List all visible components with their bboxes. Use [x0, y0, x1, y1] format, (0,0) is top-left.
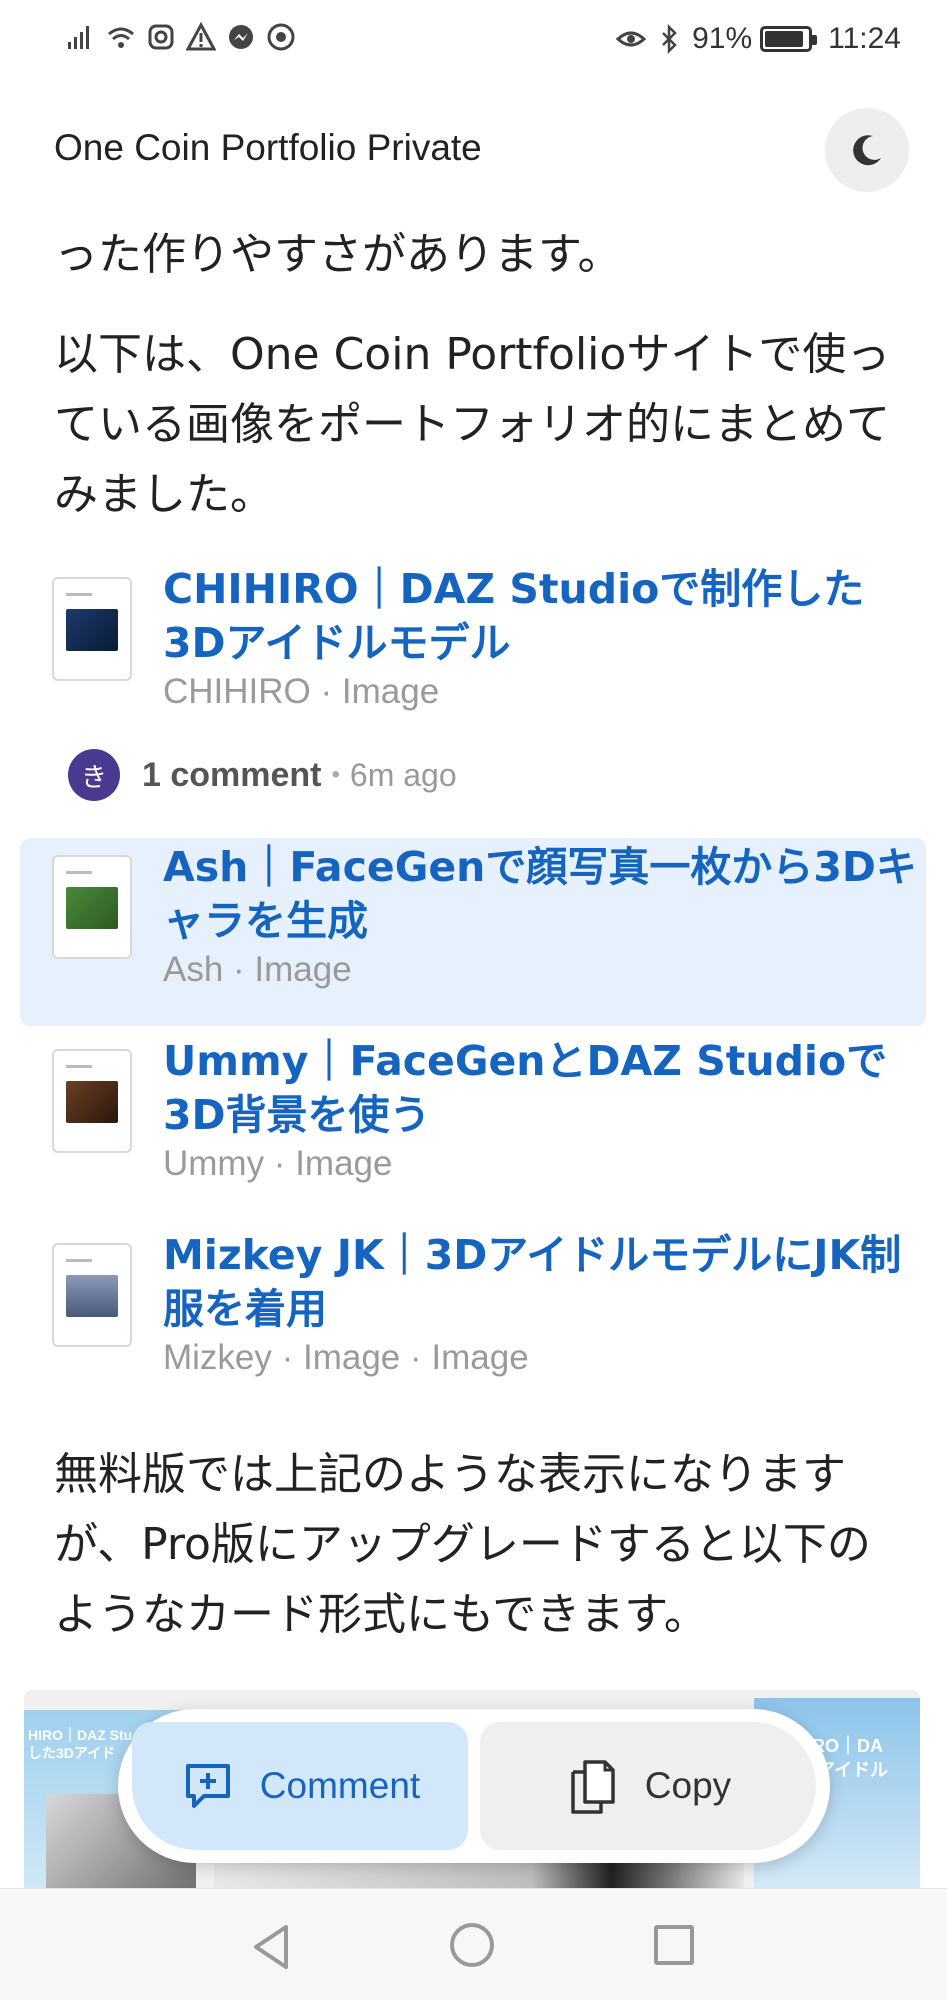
- link-card-mizkey[interactable]: Mizkey JK｜3DアイドルモデルにJK制服を着用 Mizkey · Ima…: [20, 1226, 926, 1414]
- link-thumbnail: [52, 577, 132, 681]
- link-thumbnail: [52, 1049, 132, 1153]
- comment-summary[interactable]: き 1 comment • 6m ago: [68, 749, 457, 801]
- link-source: Mizkey · Image · Image: [163, 1338, 529, 1377]
- signal-icon: [68, 26, 89, 49]
- link-source: Ash · Image: [163, 950, 352, 989]
- link-title[interactable]: CHIHIRO｜DAZ Studioで制作した3Dアイドルモデル: [163, 562, 923, 670]
- preview-card-left-text: HIRO｜DAZ Stu した3Dアイド: [28, 1727, 133, 1761]
- back-icon[interactable]: [250, 1923, 294, 1971]
- link-card-ummy[interactable]: Ummy｜FaceGenとDAZ Studioで3D背景を使う Ummy · I…: [20, 1032, 926, 1220]
- avatar: き: [68, 749, 120, 801]
- paragraph-2: 以下は、One Coin Portfolioサイトで使っている画像をポートフォリ…: [54, 329, 891, 520]
- chrome-icon: [267, 23, 295, 51]
- home-icon[interactable]: [450, 1923, 494, 1967]
- wifi-icon: [108, 27, 134, 48]
- battery-icon: [760, 26, 818, 52]
- link-title[interactable]: Mizkey JK｜3DアイドルモデルにJK制服を着用: [163, 1228, 923, 1336]
- status-bar: 91% 11:24: [0, 0, 947, 80]
- instagram-icon: [148, 24, 174, 50]
- action-pill: Comment Copy: [118, 1709, 830, 1863]
- moon-icon: [853, 135, 881, 166]
- battery-percent: 91%: [692, 22, 753, 55]
- paragraph-1: った作りやすさがあります。: [54, 229, 622, 280]
- system-nav-bar: [0, 1888, 947, 2000]
- link-source: Ummy · Image: [163, 1144, 393, 1183]
- add-comment-icon: [185, 1764, 230, 1808]
- page-title: One Coin Portfolio Private: [54, 127, 482, 168]
- link-card-chihiro[interactable]: CHIHIRO｜DAZ Studioで制作した3Dアイドルモデル CHIHIRO…: [20, 560, 926, 748]
- bluetooth-icon: [662, 24, 677, 54]
- link-card-ash[interactable]: Ash｜FaceGenで顔写真一枚から3Dキャラを生成 Ash · Image: [20, 838, 926, 1026]
- clock: 11:24: [828, 22, 901, 55]
- copy-icon: [571, 1760, 615, 1814]
- recent-apps-icon[interactable]: [654, 1925, 694, 1965]
- link-title[interactable]: Ash｜FaceGenで顔写真一枚から3Dキャラを生成: [163, 840, 923, 948]
- copy-button-label: Copy: [644, 1765, 732, 1806]
- comment-time: 6m ago: [349, 756, 457, 793]
- status-icons-right: 91% 11:24: [616, 22, 901, 56]
- comment-count[interactable]: 1 comment: [142, 756, 322, 795]
- link-title[interactable]: Ummy｜FaceGenとDAZ Studioで3D背景を使う: [163, 1034, 923, 1142]
- copy-button[interactable]: Copy: [480, 1722, 816, 1850]
- eye-icon: [616, 31, 647, 47]
- separator-dot: •: [331, 761, 340, 788]
- messenger-icon: [229, 25, 253, 49]
- battery-level-fill: [765, 31, 804, 47]
- link-source: CHIHIRO · Image: [163, 672, 440, 711]
- comment-button[interactable]: Comment: [132, 1722, 468, 1850]
- warning-icon: [186, 22, 216, 51]
- link-thumbnail: [52, 855, 132, 959]
- comment-button-label: Comment: [259, 1765, 421, 1806]
- status-icons-left: [66, 22, 296, 52]
- paragraph-3: 無料版では上記のような表示になりますが、Pro版にアップグレードすると以下のよう…: [54, 1449, 871, 1640]
- dark-mode-toggle[interactable]: [825, 108, 909, 192]
- link-thumbnail: [52, 1243, 132, 1347]
